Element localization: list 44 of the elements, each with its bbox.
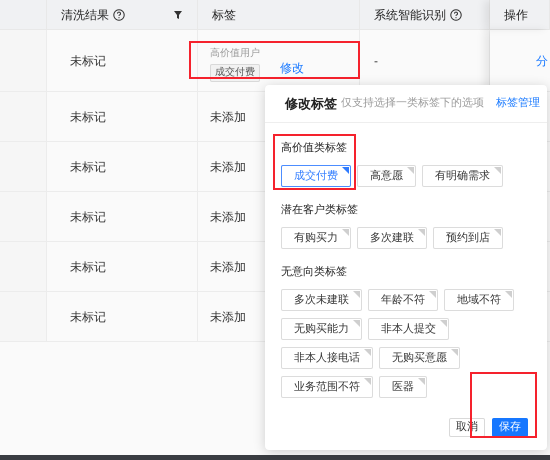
tag-option[interactable]: 地域不符 [444, 289, 514, 311]
table-cell-text: - [374, 52, 378, 70]
tag-option[interactable]: 无购买能力 [281, 318, 362, 340]
table-cell-text: 未标记 [70, 52, 106, 70]
action-link[interactable]: 分 [536, 52, 548, 70]
dialog-title: 修改标签 [285, 94, 337, 113]
tag-option[interactable]: 多次建联 [357, 227, 427, 249]
tag-option[interactable]: 成交付费 [281, 165, 351, 187]
table-cell-text: 未标记 [70, 158, 106, 176]
save-button[interactable]: 保存 [492, 418, 528, 437]
tag-option[interactable]: 有明确需求 [422, 165, 503, 187]
tag-option[interactable]: 非本人接电话 [281, 347, 373, 369]
column-header: 标签 [212, 6, 236, 24]
table-cell-text: 未添加 [210, 308, 246, 326]
dialog-hint: 仅支持选择一类标签下的选项 [341, 96, 484, 112]
group-title: 潜在客户类标签 [281, 203, 359, 217]
column-header: 清洗结果 [61, 6, 109, 24]
table-cell-text: 未标记 [70, 308, 106, 326]
tag-option[interactable]: 年龄不符 [368, 289, 438, 311]
tag-option[interactable]: 非本人提交 [368, 318, 449, 340]
help-icon[interactable] [450, 8, 462, 20]
table-cell-text: 未添加 [210, 108, 246, 126]
table-cell-text: 未标记 [70, 208, 106, 226]
tag-option[interactable]: 无购买意愿 [379, 347, 460, 369]
tag-option[interactable]: 多次未建联 [281, 289, 362, 311]
tag-group-label: 高价值用户 [210, 48, 260, 60]
group-title: 无意向类标签 [281, 265, 348, 279]
group-title: 高价值类标签 [281, 141, 348, 155]
column-header: 系统智能识别 [374, 6, 446, 24]
tag-option[interactable]: 有购买力 [281, 227, 351, 249]
table-cell-text: 未标记 [70, 258, 106, 276]
help-icon[interactable] [113, 8, 125, 20]
edit-link[interactable]: 修改 [280, 58, 304, 76]
table-cell-text: 未添加 [210, 158, 246, 176]
tag-option[interactable]: 高意愿 [357, 165, 416, 187]
tag-manage-link[interactable]: 标签管理 [496, 95, 540, 112]
table-cell-text: 未添加 [210, 208, 246, 226]
filter-icon[interactable] [173, 10, 183, 20]
tag-option[interactable]: 业务范围不符 [281, 376, 373, 398]
table-cell-text: 未添加 [210, 258, 246, 276]
column-header: 操作 [504, 6, 528, 24]
tag-option[interactable]: 预约到店 [433, 227, 503, 249]
tag-option[interactable]: 医器 [379, 376, 427, 398]
table-cell-text: 未标记 [70, 108, 106, 126]
